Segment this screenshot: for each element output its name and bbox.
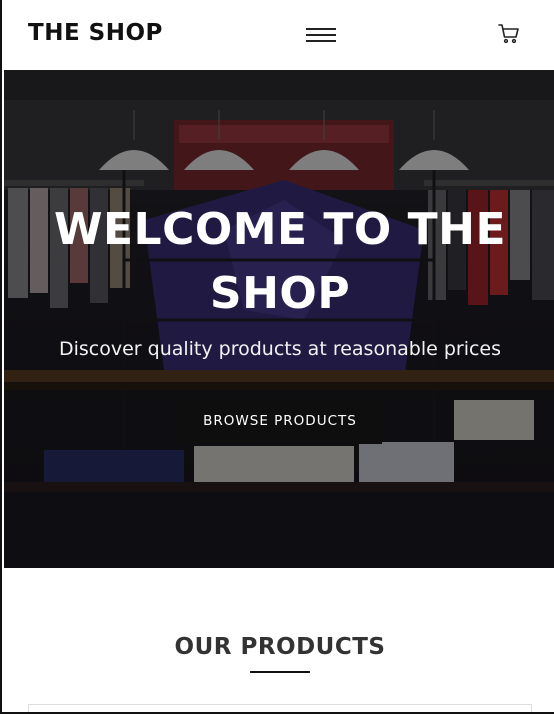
- cart-icon-graphic: [498, 24, 519, 44]
- hero-section: WELCOME TO THE SHOP Discover quality pro…: [4, 70, 554, 568]
- hero-content: WELCOME TO THE SHOP Discover quality pro…: [4, 70, 554, 568]
- menu-bar-bottom: [306, 40, 336, 42]
- page-frame: THE SHOP WELCOME TO THE SHOP Discover qu…: [0, 0, 554, 714]
- products-section: OUR PRODUCTS: [4, 568, 554, 712]
- product-card[interactable]: [28, 704, 532, 712]
- browse-products-button[interactable]: BROWSE PRODUCTS: [178, 398, 382, 444]
- hamburger-menu-icon[interactable]: [304, 25, 338, 47]
- products-heading: OUR PRODUCTS: [174, 634, 386, 660]
- site-logo[interactable]: THE SHOP: [28, 20, 163, 46]
- hero-subtitle: Discover quality products at reasonable …: [58, 338, 502, 360]
- site-header: THE SHOP: [2, 0, 554, 70]
- hero-title: WELCOME TO THE SHOP: [53, 204, 507, 319]
- menu-bar-middle: [306, 34, 336, 36]
- menu-bar-top: [306, 28, 336, 30]
- heading-underline: [250, 671, 310, 673]
- shopping-cart-icon[interactable]: [497, 22, 521, 46]
